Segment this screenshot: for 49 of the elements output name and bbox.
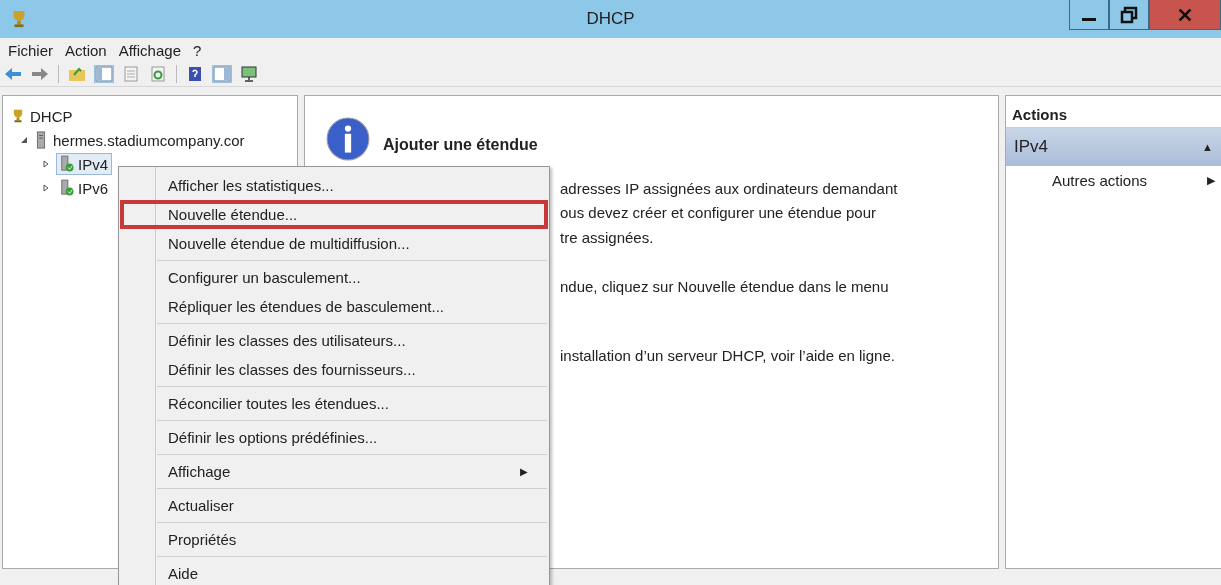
description-text: ous devez créer et configurer une étendue pour (560, 204, 877, 222)
server-icon (34, 131, 48, 149)
folder-up-icon[interactable] (68, 66, 86, 82)
menu-item[interactable]: Nouvelle étendue de multidiffusion... (120, 229, 548, 258)
tree-item[interactable]: DHCP (30, 107, 73, 125)
menu-item[interactable]: ? (193, 41, 202, 59)
menu-item[interactable]: Réconcilier toutes les étendues... (120, 389, 548, 418)
info-icon (325, 116, 371, 162)
minimize-icon (1082, 18, 1096, 21)
menu-item[interactable]: Actualiser (120, 491, 548, 520)
menu-item[interactable]: Action (65, 41, 107, 59)
menu-item[interactable]: Configurer un basculement... (120, 263, 548, 292)
tree-item[interactable]: IPv6 (56, 177, 112, 199)
menu-item[interactable]: Fichier (8, 41, 53, 59)
section-header[interactable]: IPv4 ▲ (1006, 128, 1221, 166)
menu-item[interactable]: Définir les options prédéfinies... (120, 423, 548, 452)
description-text: ndue, cliquez sur Nouvelle étendue dans le menu (560, 278, 889, 296)
close-button[interactable] (1149, 0, 1221, 30)
server-check-icon (60, 179, 74, 197)
server-check-icon (60, 155, 74, 173)
help-icon[interactable] (186, 66, 204, 82)
menu-item[interactable]: Affichage (118, 41, 181, 59)
tree-item[interactable]: hermes.stadiumcompany.cor (53, 131, 245, 149)
menu-item[interactable]: Répliquer les étendues de basculement... (120, 292, 548, 321)
action-item[interactable]: Autres actions ▶ (1006, 166, 1221, 189)
monitor-icon[interactable] (240, 66, 258, 82)
expand-arrow-icon[interactable] (41, 159, 51, 169)
menu-item[interactable]: Définir les classes des fournisseurs... (120, 355, 548, 384)
window-title: DHCP (585, 9, 636, 29)
back-arrow-icon[interactable] (4, 66, 22, 82)
description-text: tre assignées. (560, 228, 654, 246)
expand-arrow-icon[interactable] (41, 183, 51, 193)
menu-item[interactable]: Nouvelle étendue... (120, 200, 548, 229)
minimize-button[interactable] (1069, 0, 1109, 30)
menu-item[interactable]: Définir les classes des utilisateurs... (120, 326, 548, 355)
menu-item[interactable]: Afficher les statistiques... (120, 171, 548, 200)
trophy-icon (11, 107, 25, 125)
restore-icon (1119, 4, 1139, 25)
description-text: installation d’un serveur DHCP, voir l’aide en ligne. (560, 346, 895, 364)
restore-button[interactable] (1109, 0, 1149, 30)
menu-item[interactable]: Propriétés (120, 525, 548, 554)
forward-arrow-icon[interactable] (31, 66, 49, 82)
section-title: Ajouter une étendue (383, 136, 538, 154)
collapse-arrow-icon[interactable] (19, 135, 29, 145)
description-text: adresses IP assignées aux ordinateurs demandant (560, 179, 898, 197)
tree-item[interactable]: IPv4 (56, 153, 112, 175)
menu-item[interactable]: Aide (120, 559, 548, 585)
menu-item[interactable]: Affichage ▶ (120, 457, 548, 486)
refresh-icon[interactable] (149, 66, 167, 82)
